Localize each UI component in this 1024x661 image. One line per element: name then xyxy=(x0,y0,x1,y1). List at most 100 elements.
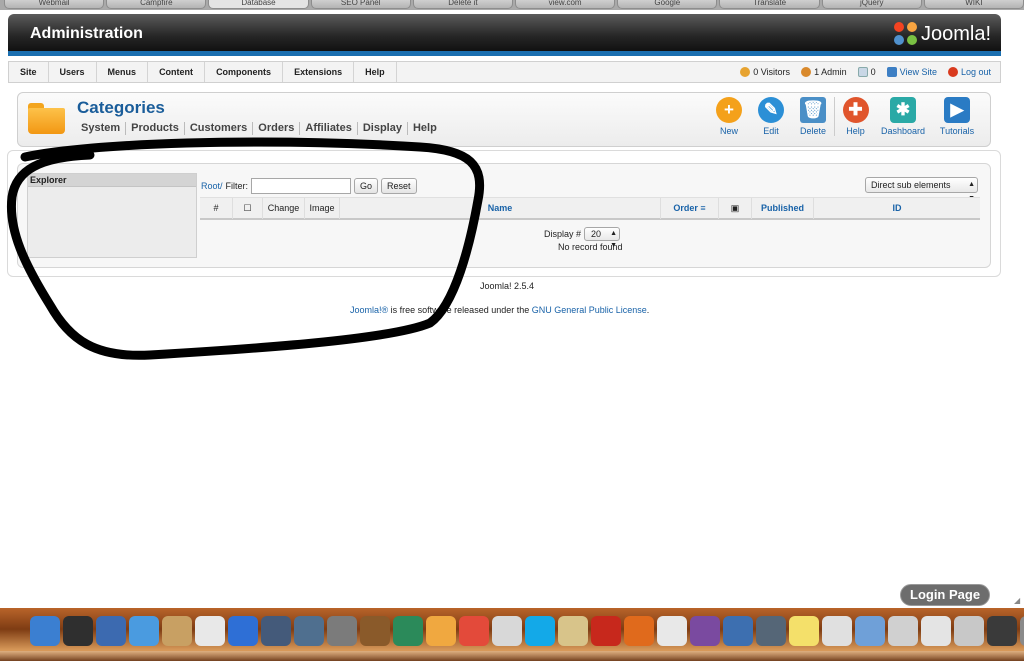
iphoto-icon[interactable] xyxy=(360,616,390,646)
help-button[interactable]: ✚ Help xyxy=(834,97,876,136)
explorer-title: Explorer xyxy=(28,174,196,187)
dashboard-icon[interactable] xyxy=(63,616,93,646)
trash-icon: 🗑 xyxy=(800,97,826,123)
version-text: Joomla! 2.5.4 xyxy=(480,281,535,291)
itunes-icon[interactable] xyxy=(228,616,258,646)
submenu-products[interactable]: Products xyxy=(125,122,184,135)
downloads-icon[interactable] xyxy=(855,616,885,646)
submenu-orders[interactable]: Orders xyxy=(252,122,299,135)
documents-icon[interactable] xyxy=(822,616,852,646)
submenu-affiliates[interactable]: Affiliates xyxy=(299,122,356,135)
browser-tab[interactable]: Campfire xyxy=(106,0,207,9)
go-button[interactable]: Go xyxy=(354,178,379,194)
spaces-icon[interactable] xyxy=(261,616,291,646)
admins-count: 1 Admin xyxy=(814,67,847,77)
column-name[interactable]: Name xyxy=(340,198,661,219)
display-limit-select[interactable]: 20 ▲ ▼ xyxy=(584,227,621,249)
logout-link[interactable]: Log out xyxy=(947,67,991,77)
skype-icon[interactable] xyxy=(525,616,555,646)
menu-help[interactable]: Help xyxy=(354,62,397,82)
system-preferences-icon[interactable] xyxy=(327,616,357,646)
browser-tab[interactable]: WIKI xyxy=(923,0,1024,9)
submenu-customers[interactable]: Customers xyxy=(183,122,252,135)
new-button[interactable]: + New xyxy=(708,97,750,136)
submenu-system[interactable]: System xyxy=(81,122,125,135)
flower-icon[interactable] xyxy=(426,616,456,646)
browser-tab[interactable]: view.com xyxy=(515,0,616,9)
joomla-logo[interactable]: Joomla! xyxy=(893,22,991,46)
empty-message: No record found xyxy=(558,242,623,252)
submenu-display[interactable]: Display xyxy=(356,122,407,135)
submenu-help[interactable]: Help xyxy=(406,122,442,135)
contacts-icon[interactable] xyxy=(162,616,192,646)
select-all-checkbox[interactable]: ☐ xyxy=(233,198,263,219)
sort-icon: ≡ xyxy=(700,203,706,213)
edit-button[interactable]: ✎ Edit xyxy=(750,97,792,136)
script-editor-icon[interactable] xyxy=(558,616,588,646)
acrobat-icon[interactable] xyxy=(459,616,489,646)
column-order[interactable]: Order ≡ xyxy=(661,198,719,219)
papers-icon[interactable] xyxy=(921,616,951,646)
joomla-link[interactable]: Joomla!® xyxy=(350,305,388,315)
column-id[interactable]: ID xyxy=(814,198,980,219)
admin-user-icon xyxy=(801,67,812,77)
feather-icon[interactable] xyxy=(393,616,423,646)
display-limit-row: Display # 20 ▲ ▼ xyxy=(544,227,621,249)
screen: Webmail Campfire Database SEO Panel Delete i… xyxy=(0,0,1024,661)
column-published[interactable]: Published xyxy=(752,198,814,219)
edit-button-label: Edit xyxy=(763,126,779,136)
sub-menu: System Products Customers Orders Affilia… xyxy=(81,122,442,135)
trash-icon[interactable] xyxy=(1020,616,1024,646)
filter-input[interactable] xyxy=(251,178,352,194)
dock-icons xyxy=(30,616,1024,646)
status-area: 0 Visitors 1 Admin 0 View Site Log out xyxy=(740,62,1000,82)
resize-grip-icon[interactable]: ◢ xyxy=(1014,596,1024,606)
gpl-link[interactable]: GNU General Public License xyxy=(532,305,647,315)
folder-2-icon[interactable] xyxy=(954,616,984,646)
sub-elements-select[interactable]: Direct sub elements ▲▼ xyxy=(865,177,978,202)
sub-elements-select-value: Direct sub elements xyxy=(871,180,951,190)
save-order-icon[interactable]: ▣ xyxy=(719,198,752,219)
pencil-icon: ✎ xyxy=(758,97,784,123)
login-page-icon[interactable] xyxy=(987,616,1017,646)
root-link[interactable]: Root/ xyxy=(201,181,223,191)
notes-icon[interactable] xyxy=(657,616,687,646)
menu-extensions[interactable]: Extensions xyxy=(283,62,355,82)
browser-tab[interactable]: jQuery xyxy=(821,0,922,9)
view-site-link[interactable]: View Site xyxy=(886,67,937,77)
camera-icon[interactable] xyxy=(756,616,786,646)
plus-icon: + xyxy=(716,97,742,123)
iphoto-2-icon[interactable] xyxy=(723,616,753,646)
menu-menus[interactable]: Menus xyxy=(97,62,149,82)
tutorials-button[interactable]: ▶ Tutorials xyxy=(930,97,984,136)
delete-button[interactable]: 🗑 Delete xyxy=(792,97,834,136)
safari-icon[interactable] xyxy=(129,616,159,646)
browser-tab[interactable]: Webmail xyxy=(4,0,105,9)
admin-menu-bar: Site Users Menus Content Components Exte… xyxy=(8,61,1001,83)
time-machine-icon[interactable] xyxy=(294,616,324,646)
calendar-icon[interactable] xyxy=(195,616,225,646)
reset-button[interactable]: Reset xyxy=(381,178,417,194)
finder-icon[interactable] xyxy=(30,616,60,646)
browser-tab[interactable]: Translate xyxy=(719,0,820,9)
dashboard-button[interactable]: ✱ Dashboard xyxy=(876,97,930,136)
browser-tab[interactable]: Database xyxy=(208,0,309,9)
preview-icon[interactable] xyxy=(96,616,126,646)
messages-status[interactable]: 0 xyxy=(857,67,876,77)
filezilla-icon[interactable] xyxy=(591,616,621,646)
acrobat-2-icon[interactable] xyxy=(492,616,522,646)
folder-icon xyxy=(28,103,65,134)
browser-tab[interactable]: Delete it xyxy=(412,0,514,9)
browser-tab[interactable]: Google xyxy=(617,0,718,9)
menu-users[interactable]: Users xyxy=(49,62,97,82)
firefox-icon[interactable] xyxy=(624,616,654,646)
menu-site[interactable]: Site xyxy=(9,62,49,82)
browser-icon[interactable] xyxy=(888,616,918,646)
filter-row: Root/ Filter: Go Reset xyxy=(201,178,417,194)
menu-content[interactable]: Content xyxy=(148,62,206,82)
menu-components[interactable]: Components xyxy=(205,62,284,82)
browser-tab[interactable]: SEO Panel xyxy=(310,0,411,9)
stickies-icon[interactable] xyxy=(789,616,819,646)
dock-tooltip: Login Page xyxy=(900,584,991,606)
photo-app-icon[interactable] xyxy=(690,616,720,646)
